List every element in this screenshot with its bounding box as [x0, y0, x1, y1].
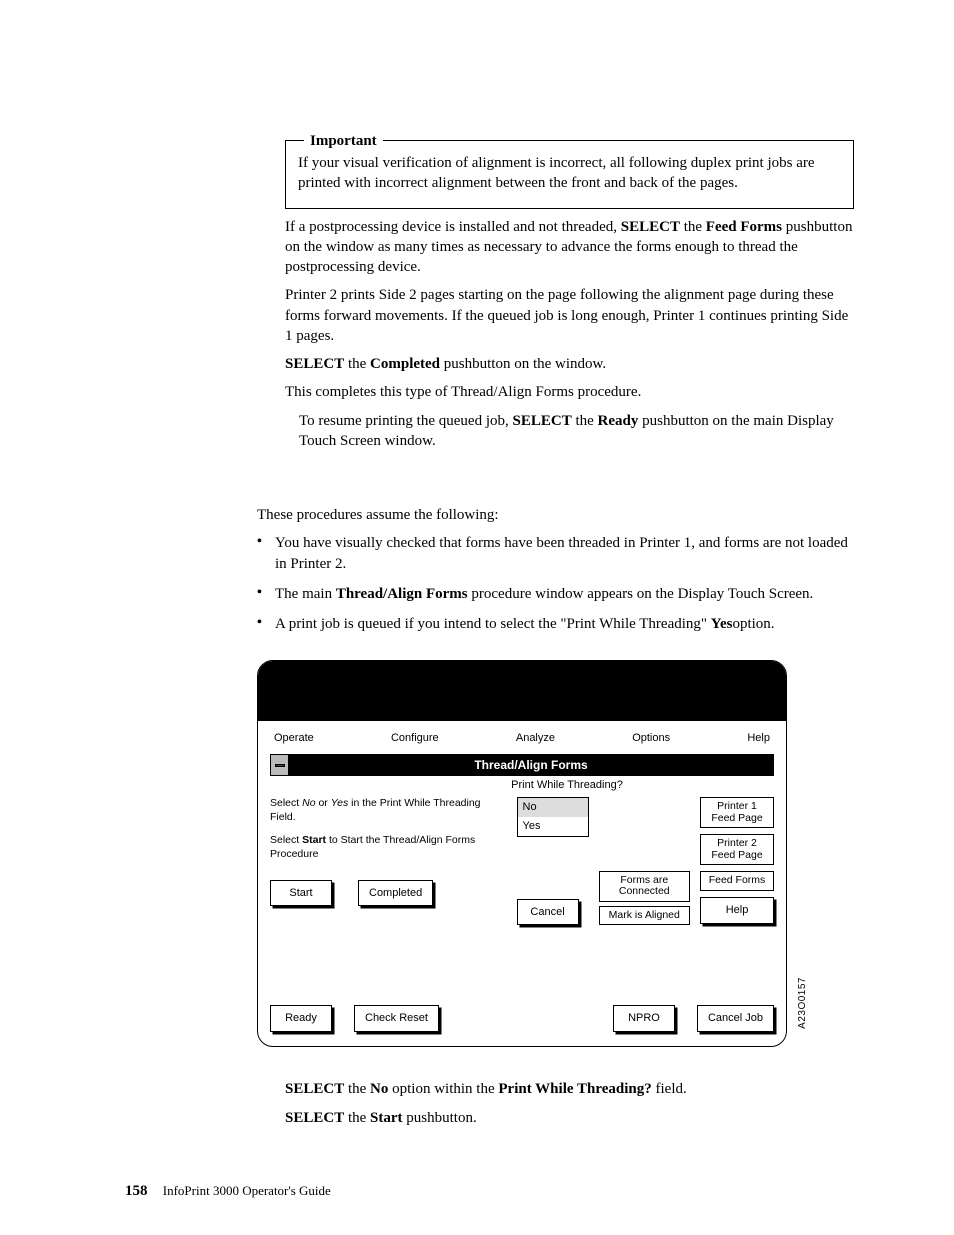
- printer2-feed-page-button[interactable]: Printer 2 Feed Page: [700, 834, 774, 865]
- feed-forms-button[interactable]: Feed Forms: [700, 871, 774, 891]
- page-number: 158: [125, 1183, 148, 1199]
- step-select-no: SELECT the No option within the Print Wh…: [285, 1079, 854, 1099]
- instruction-2: Select Start to Start the Thread/Align F…: [270, 834, 507, 861]
- bullet-3: A print job is queued if you intend to s…: [257, 614, 854, 634]
- important-body: If your visual verification of alignment…: [298, 153, 841, 194]
- assume-intro: These procedures assume the following:: [257, 505, 854, 525]
- para-resume: To resume printing the queued job, SELEC…: [299, 411, 854, 452]
- para-postprocessing: If a postprocessing device is installed …: [285, 217, 854, 278]
- important-box: Important If your visual verification of…: [285, 140, 854, 209]
- important-legend: Important: [304, 131, 383, 151]
- start-button[interactable]: Start: [270, 880, 332, 906]
- para-complete: This completes this type of Thread/Align…: [285, 382, 854, 402]
- cancel-button[interactable]: Cancel: [517, 899, 579, 926]
- bullet-1: You have visually checked that forms hav…: [257, 533, 854, 574]
- touchscreen-figure: Operate Configure Analyze Options Help T…: [257, 660, 787, 1047]
- menu-options[interactable]: Options: [632, 731, 670, 746]
- bullet-2: The main Thread/Align Forms procedure wi…: [257, 584, 854, 604]
- help-button[interactable]: Help: [700, 897, 774, 924]
- completed-button[interactable]: Completed: [358, 880, 433, 906]
- field-legend: Print While Threading?: [360, 778, 774, 793]
- listbox-option-no[interactable]: No: [518, 798, 588, 817]
- menu-bar: Operate Configure Analyze Options Help: [270, 727, 774, 754]
- print-while-threading-listbox[interactable]: No Yes: [517, 797, 589, 837]
- mark-aligned-button[interactable]: Mark is Aligned: [599, 906, 690, 926]
- page-footer: 158 InfoPrint 3000 Operator's Guide: [125, 1181, 331, 1201]
- listbox-option-yes[interactable]: Yes: [518, 817, 588, 836]
- instruction-1: Select No or Yes in the Print While Thre…: [270, 797, 507, 824]
- printer1-feed-page-button[interactable]: Printer 1 Feed Page: [700, 797, 774, 828]
- window-title: Thread/Align Forms: [289, 755, 773, 775]
- para-printer2: Printer 2 prints Side 2 pages starting o…: [285, 285, 854, 346]
- menu-configure[interactable]: Configure: [391, 731, 439, 746]
- menu-operate[interactable]: Operate: [274, 731, 314, 746]
- book-title: InfoPrint 3000 Operator's Guide: [163, 1183, 331, 1198]
- step-select-start: SELECT the Start pushbutton.: [285, 1108, 854, 1128]
- cancel-job-button[interactable]: Cancel Job: [697, 1005, 774, 1032]
- figure-reference: A23O0157: [796, 977, 810, 1029]
- check-reset-button[interactable]: Check Reset: [354, 1005, 439, 1032]
- menu-help[interactable]: Help: [747, 731, 770, 746]
- forms-connected-button[interactable]: Forms are Connected: [599, 871, 690, 902]
- para-select-completed: SELECT the Completed pushbutton on the w…: [285, 354, 854, 374]
- screen-black-strip: [258, 661, 786, 721]
- menu-analyze[interactable]: Analyze: [516, 731, 555, 746]
- ready-button[interactable]: Ready: [270, 1005, 332, 1032]
- npro-button[interactable]: NPRO: [613, 1005, 675, 1032]
- system-menu-icon[interactable]: [271, 755, 289, 775]
